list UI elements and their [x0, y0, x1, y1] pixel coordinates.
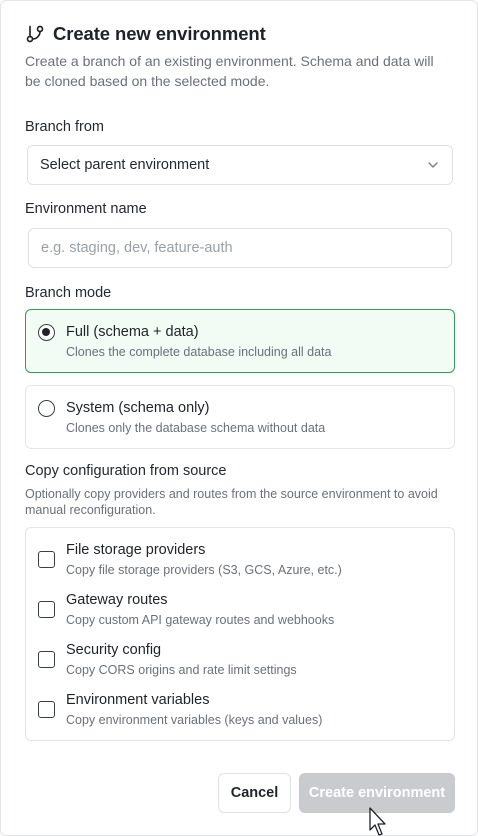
- checkbox-file-storage[interactable]: [38, 551, 55, 568]
- branch-mode-system-option[interactable]: System (schema only) Clones only the dat…: [25, 385, 455, 449]
- environment-name-label: Environment name: [25, 201, 147, 217]
- cancel-button[interactable]: Cancel: [218, 773, 291, 813]
- option-subtitle: Copy environment variables (keys and val…: [66, 713, 323, 727]
- branch-from-label: Branch from: [25, 119, 104, 135]
- copy-option-env-variables[interactable]: Environment variables Copy environment v…: [26, 692, 454, 732]
- dialog-header: Create new environment Create a branch o…: [25, 23, 457, 91]
- radio-full[interactable]: [38, 324, 55, 341]
- option-title: Environment variables: [66, 692, 210, 708]
- copy-option-security-config[interactable]: Security config Copy CORS origins and ra…: [26, 642, 454, 682]
- environment-name-input[interactable]: e.g. staging, dev, feature-auth: [28, 228, 452, 268]
- option-subtitle: Copy file storage providers (S3, GCS, Az…: [66, 563, 342, 577]
- mode-subtitle: Clones the complete database including a…: [66, 345, 332, 359]
- option-subtitle: Copy CORS origins and rate limit setting…: [66, 663, 297, 677]
- mode-title: System (schema only): [66, 400, 210, 416]
- option-title: Gateway routes: [66, 592, 168, 608]
- git-branch-icon: [25, 24, 45, 44]
- select-value: Select parent environment: [40, 157, 210, 173]
- copy-config-label: Copy configuration from source: [25, 463, 227, 479]
- mode-subtitle: Clones only the database schema without …: [66, 421, 326, 435]
- mode-title: Full (schema + data): [66, 324, 199, 340]
- checkbox-security-config[interactable]: [38, 651, 55, 668]
- checkbox-env-variables[interactable]: [38, 701, 55, 718]
- mouse-cursor-icon: [368, 807, 388, 836]
- branch-mode-full-option[interactable]: Full (schema + data) Clones the complete…: [25, 309, 455, 373]
- dialog-description: Create a branch of an existing environme…: [25, 53, 434, 89]
- copy-option-gateway-routes[interactable]: Gateway routes Copy custom API gateway r…: [26, 592, 454, 632]
- environment-name-placeholder: e.g. staging, dev, feature-auth: [41, 240, 233, 256]
- option-subtitle: Copy custom API gateway routes and webho…: [66, 613, 335, 627]
- option-title: File storage providers: [66, 542, 206, 558]
- copy-config-description: Optionally copy providers and routes fro…: [25, 487, 438, 517]
- parent-environment-select[interactable]: Select parent environment: [27, 145, 453, 185]
- chevron-down-icon: [426, 158, 440, 172]
- checkbox-gateway-routes[interactable]: [38, 601, 55, 618]
- option-title: Security config: [66, 642, 162, 658]
- create-environment-dialog: Create new environment Create a branch o…: [0, 0, 478, 836]
- copy-config-options: File storage providers Copy file storage…: [25, 527, 455, 741]
- title-row: Create new environment: [25, 23, 457, 45]
- radio-system[interactable]: [38, 400, 55, 417]
- branch-mode-label: Branch mode: [25, 285, 112, 301]
- copy-option-file-storage[interactable]: File storage providers Copy file storage…: [26, 542, 454, 582]
- dialog-title: Create new environment: [53, 23, 266, 44]
